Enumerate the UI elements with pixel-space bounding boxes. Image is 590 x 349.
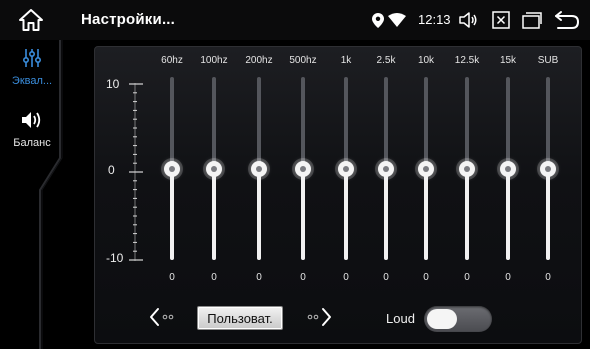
preset-button[interactable]: Пользоват. — [197, 306, 283, 330]
location-icon — [372, 13, 384, 28]
band-slider-knob[interactable] — [164, 160, 180, 177]
scale-label-middle: 0 — [108, 163, 115, 177]
loud-toggle[interactable] — [424, 306, 492, 332]
band-slider-knob[interactable] — [295, 160, 311, 177]
sidebar-item-label: Баланс — [13, 137, 51, 149]
band-value-label: 0 — [211, 272, 217, 283]
sidebar-item-equalizer[interactable]: Эквал... — [0, 48, 64, 87]
band-value-label: 0 — [300, 272, 306, 283]
band-frequency-label: 100hz — [200, 55, 228, 66]
band-slider-knob[interactable] — [206, 160, 222, 177]
back-icon[interactable] — [554, 10, 580, 30]
band-slider-fill — [170, 168, 174, 260]
next-preset-button[interactable] — [302, 305, 334, 329]
band-value-label: 0 — [464, 272, 470, 283]
band-slider-fill — [344, 168, 348, 260]
band-frequency-label: 60hz — [161, 55, 183, 66]
band-frequency-label: 1k — [340, 55, 352, 66]
band-slider-fill — [424, 168, 428, 260]
db-scale-ruler — [129, 83, 143, 261]
volume-icon[interactable] — [458, 10, 478, 30]
close-box-icon[interactable] — [492, 11, 510, 29]
band-slider-knob[interactable] — [418, 160, 434, 177]
band-frequency-label: 12.5k — [454, 55, 480, 66]
scale-label-top: 10 — [106, 77, 120, 91]
loud-label: Loud — [386, 311, 415, 326]
band-slider-knob[interactable] — [378, 160, 394, 177]
band-slider-fill — [301, 168, 305, 260]
speaker-volume-icon — [22, 112, 41, 128]
wifi-icon — [388, 13, 406, 27]
band-slider-knob[interactable] — [459, 160, 475, 177]
sidebar-item-label: Эквал... — [11, 75, 53, 87]
band-slider-fill — [546, 168, 550, 260]
recent-apps-icon[interactable] — [522, 11, 542, 29]
band-value-label: 0 — [169, 272, 175, 283]
band-value-label: 0 — [423, 272, 429, 283]
band-slider-knob[interactable] — [540, 160, 556, 177]
band-slider-fill — [212, 168, 216, 260]
band-value-label: 0 — [505, 272, 511, 283]
band-frequency-label: 2.5k — [376, 55, 396, 66]
prev-preset-button[interactable] — [148, 305, 180, 329]
home-icon[interactable] — [18, 8, 44, 32]
band-frequency-label: 10k — [417, 55, 435, 66]
band-frequency-label: 200hz — [245, 55, 273, 66]
band-value-label: 0 — [343, 272, 349, 283]
band-value-label: 0 — [545, 272, 551, 283]
band-value-label: 0 — [383, 272, 389, 283]
page-title: Настройки... — [81, 11, 176, 28]
equalizer-sliders-icon — [22, 49, 42, 67]
band-slider-knob[interactable] — [251, 160, 267, 177]
scale-label-bottom: -10 — [106, 251, 124, 265]
band-slider-knob[interactable] — [500, 160, 516, 177]
band-slider-fill — [465, 168, 469, 260]
band-frequency-label: 15k — [499, 55, 517, 66]
sidebar-item-balance[interactable]: Баланс — [0, 110, 64, 149]
band-frequency-label: 500hz — [289, 55, 317, 66]
top-bar: Настройки... 12:13 — [0, 0, 590, 40]
band-slider-fill — [506, 168, 510, 260]
clock: 12:13 — [418, 12, 451, 27]
band-value-label: 0 — [256, 272, 262, 283]
band-slider-knob[interactable] — [338, 160, 354, 177]
band-slider-fill — [257, 168, 261, 260]
band-slider-fill — [384, 168, 388, 260]
loud-toggle-knob — [427, 309, 457, 329]
band-frequency-label: SUB — [537, 55, 559, 66]
